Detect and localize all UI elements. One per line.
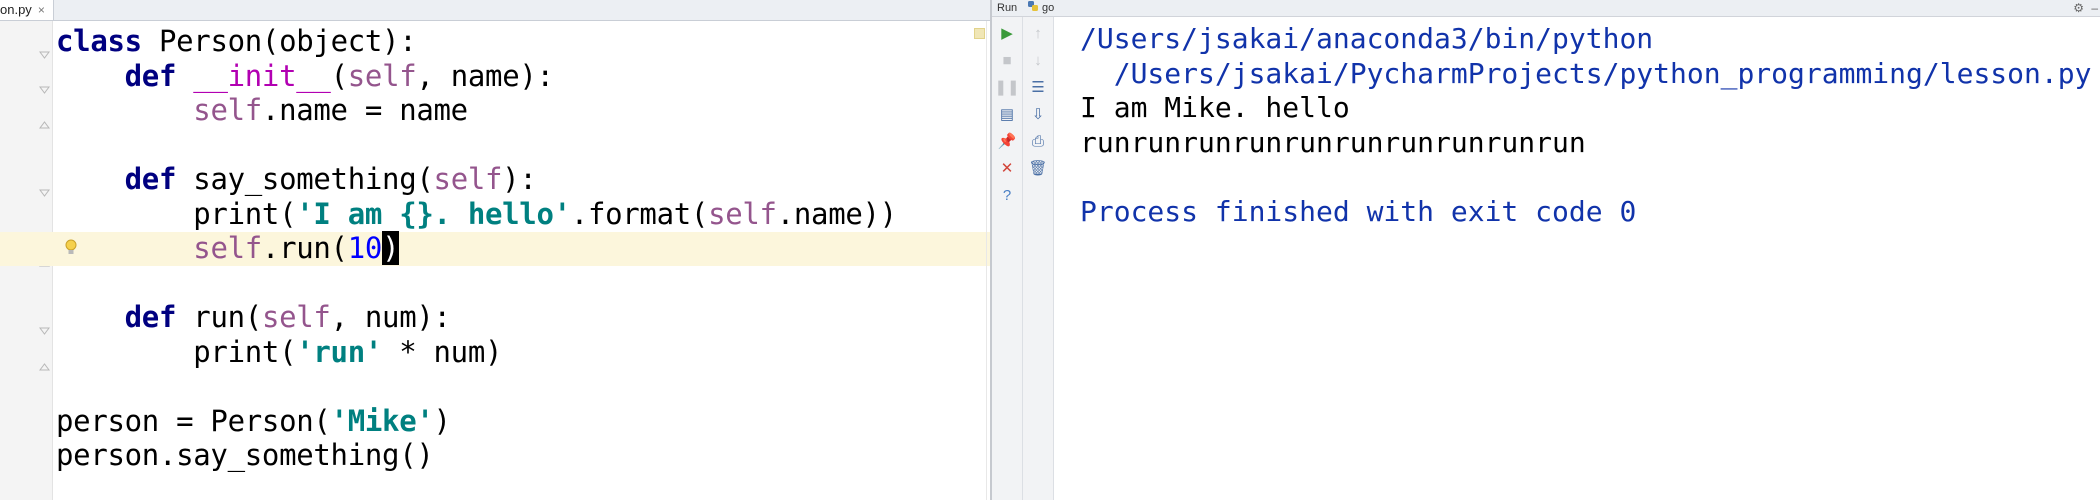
code-token: person = Person( <box>56 403 331 438</box>
code-line[interactable]: def __init__(self, name): <box>56 59 897 94</box>
code-token: def <box>124 58 177 93</box>
code-token: .run( <box>261 231 348 265</box>
pin-icon[interactable]: 📌 <box>998 133 1017 151</box>
code-token: def <box>124 162 177 196</box>
code-token: print( <box>56 334 297 369</box>
code-token: person.say_something() <box>56 438 434 472</box>
gear-icon[interactable]: ⚙ <box>2073 0 2084 16</box>
soft-wrap-icon[interactable]: ☰ <box>1029 79 1047 97</box>
code-line[interactable]: self.run(10) <box>56 231 897 266</box>
code-token: ): <box>502 162 537 196</box>
code-line[interactable] <box>56 369 897 404</box>
code-line[interactable]: class Person(object): <box>56 24 897 59</box>
code-line[interactable]: print('I am {}. hello'.format(self.name)… <box>56 197 897 232</box>
code-editor[interactable]: on.py × class Person(object): def __init… <box>0 0 990 500</box>
code-line[interactable] <box>56 128 897 163</box>
code-text[interactable]: class Person(object): def __init__(self,… <box>56 24 897 473</box>
console-line: I am Mike. hello <box>1080 91 1350 124</box>
code-line[interactable]: def run(self, num): <box>56 300 897 335</box>
console-output[interactable]: /Users/jsakai/anaconda3/bin/python /User… <box>1080 22 2091 229</box>
code-token: .format( <box>570 196 709 231</box>
code-token: .name)) <box>776 196 897 231</box>
up-arrow-icon: ↑ <box>1034 25 1042 42</box>
run-config-tab[interactable]: go <box>1028 0 1054 16</box>
python-icon <box>1028 0 1038 16</box>
fold-icon[interactable] <box>38 49 51 62</box>
warning-marker-icon[interactable] <box>974 28 985 39</box>
run-config-label: go <box>1042 2 1055 14</box>
editor-tab-bar: on.py × <box>0 0 990 21</box>
console-line: /Users/jsakai/anaconda3/bin/python <box>1080 22 1654 55</box>
help-icon[interactable]: ? <box>998 187 1016 205</box>
run-window-title: Run <box>997 2 1018 14</box>
fold-end-icon[interactable] <box>38 118 51 131</box>
code-token: 10 <box>347 231 383 265</box>
editor-tab[interactable]: on.py × <box>0 0 54 20</box>
print-icon[interactable]: ⎙ <box>1029 133 1047 151</box>
code-token: 'Mike' <box>330 403 434 438</box>
console-line: /Users/jsakai/PycharmProjects/python_pro… <box>1080 56 2092 90</box>
minimize-icon[interactable]: – <box>2091 0 2098 16</box>
close-icon[interactable]: ✕ <box>998 160 1016 178</box>
code-token: self <box>347 58 417 93</box>
code-token: print( <box>56 196 297 231</box>
code-line[interactable]: person.say_something() <box>56 438 897 473</box>
code-token: ) <box>433 403 451 438</box>
code-token: self <box>261 300 331 334</box>
text-cursor: ) <box>382 231 400 265</box>
code-token: def <box>124 300 177 334</box>
tab-close-icon[interactable]: × <box>38 0 45 20</box>
code-line[interactable]: self.name = name <box>56 93 897 128</box>
console-line: Process finished with exit code 0 <box>1080 194 1637 228</box>
console-line: runrunrunrunrunrunrunrunrunrun <box>1080 125 1586 159</box>
run-tool-window[interactable]: Run go ⚙ – ▶ ■ ❚❚ ▤ 📌 ✕? ↑ ↓ ☰ ⇩ ⎙ 🗑 /Users/jsakai… <box>990 0 2100 500</box>
run-toolbar-primary: ▶ ■ ❚❚ ▤ 📌 ✕? <box>992 17 1023 500</box>
dump-threads-icon[interactable]: ▤ <box>998 106 1016 124</box>
fold-icon[interactable] <box>38 187 51 200</box>
code-line[interactable]: print('run' * num) <box>56 335 897 370</box>
down-arrow-icon: ↓ <box>1034 52 1042 69</box>
code-token: __init__ <box>193 58 331 93</box>
code-token: , num): <box>330 300 451 334</box>
code-token: class <box>56 24 142 58</box>
editor-tab-label: on.py <box>0 2 32 17</box>
code-line[interactable] <box>56 266 897 301</box>
run-toolbar-secondary: ↑ ↓ ☰ ⇩ ⎙ 🗑 <box>1023 17 1054 500</box>
code-token: self <box>708 196 777 231</box>
code-token: say_something( <box>176 162 434 196</box>
code-token: , name): <box>416 58 554 93</box>
code-token: * num) <box>382 334 503 369</box>
pause-icon: ❚❚ <box>994 79 1020 96</box>
run-icon[interactable]: ▶ <box>998 25 1016 43</box>
code-token: ( <box>330 58 348 93</box>
run-header: Run go ⚙ – <box>992 0 2100 17</box>
code-token: 'run' <box>296 334 383 369</box>
code-line[interactable]: def say_something(self): <box>56 162 897 197</box>
code-line[interactable]: person = Person('Mike') <box>56 404 897 439</box>
code-token: run( <box>176 300 262 334</box>
fold-icon[interactable] <box>38 325 51 338</box>
code-token: self <box>193 231 262 265</box>
stop-icon: ■ <box>1002 52 1012 69</box>
code-token: 'I am {}. hello' <box>296 196 571 231</box>
code-token: Person(object): <box>141 24 417 58</box>
fold-icon[interactable] <box>38 84 51 97</box>
right-margin-guide <box>986 21 987 500</box>
fold-end-icon[interactable] <box>38 360 51 373</box>
code-token: self <box>433 162 503 196</box>
code-token: self <box>193 93 262 127</box>
scroll-to-end-icon[interactable]: ⇩ <box>1029 106 1047 124</box>
trash-icon[interactable]: 🗑 <box>1028 160 1047 178</box>
code-token: .name = name <box>261 93 468 127</box>
